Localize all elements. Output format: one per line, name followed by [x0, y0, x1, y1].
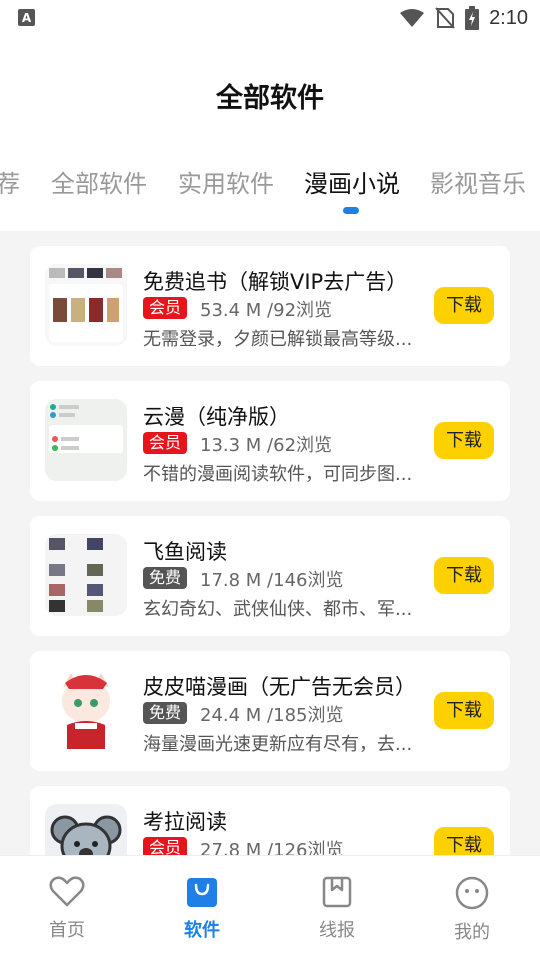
download-button[interactable]: 下载: [434, 287, 494, 324]
app-title: 飞鱼阅读: [143, 540, 227, 564]
download-button[interactable]: 下载: [434, 692, 494, 729]
app-description: 无需登录，夕颜已解锁最高等级...: [143, 329, 413, 350]
status-bar: A 2:10: [0, 0, 540, 36]
nav-deals[interactable]: 线报: [297, 876, 377, 942]
download-button[interactable]: 下载: [434, 422, 494, 459]
app-thumbnail: [45, 264, 127, 346]
nav-mine[interactable]: 我的: [432, 876, 512, 944]
nav-deals-label: 线报: [319, 920, 355, 941]
app-thumbnail: [45, 399, 127, 481]
app-card[interactable]: 云漫（纯净版） 会员 13.3 M /62浏览 不错的漫画阅读软件，可同步图..…: [30, 381, 510, 501]
app-size-views: 53.4 M /92浏览: [200, 300, 333, 321]
app-description: 海量漫画光速更新应有尽有，去...: [143, 734, 413, 755]
tab-all-software[interactable]: 全部软件: [51, 164, 147, 199]
nav-mine-label: 我的: [454, 922, 490, 943]
no-sim-icon: [435, 7, 455, 29]
app-notification-icon: A: [18, 9, 35, 26]
free-badge: 免费: [143, 702, 187, 724]
download-button[interactable]: 下载: [434, 827, 494, 855]
app-description: 玄幻奇幻、武侠仙侠、都市、军...: [143, 599, 413, 620]
bottom-navigation: 首页 软件 线报 我的: [0, 855, 540, 961]
app-card[interactable]: 考拉阅读 会员 27.8 M /126浏览 下载: [30, 786, 510, 855]
active-tab-indicator: [343, 207, 359, 214]
nav-home[interactable]: 首页: [27, 876, 107, 942]
app-card[interactable]: 飞鱼阅读 免费 17.8 M /146浏览 玄幻奇幻、武侠仙侠、都市、军... …: [30, 516, 510, 636]
membership-badge: 会员: [143, 432, 187, 454]
app-title: 云漫（纯净版）: [143, 405, 290, 429]
app-thumbnail: [45, 804, 127, 855]
app-thumbnail: [45, 534, 127, 616]
category-tabs: 荐 全部软件 实用软件 漫画小说 影视音乐: [0, 160, 540, 220]
nav-software[interactable]: 软件: [162, 876, 242, 942]
app-title: 考拉阅读: [143, 810, 227, 834]
membership-badge: 会员: [143, 297, 187, 319]
bookmark-icon: [322, 876, 352, 908]
tab-recommended[interactable]: 荐: [0, 164, 20, 199]
free-badge: 免费: [143, 567, 187, 589]
smiley-icon: [455, 876, 489, 910]
battery-charging-icon: [465, 6, 480, 30]
app-title: 免费追书（解锁VIP去广告）: [143, 270, 408, 294]
wifi-icon: [400, 9, 425, 27]
app-size-views: 17.8 M /146浏览: [200, 570, 344, 591]
app-description: 不错的漫画阅读软件，可同步图...: [143, 464, 413, 485]
app-size-views: 24.4 M /185浏览: [200, 705, 344, 726]
app-card[interactable]: 免费追书（解锁VIP去广告） 会员 53.4 M /92浏览 无需登录，夕颜已解…: [30, 246, 510, 366]
status-icons: 2:10: [399, 6, 528, 30]
app-list: 免费追书（解锁VIP去广告） 会员 53.4 M /92浏览 无需登录，夕颜已解…: [0, 231, 540, 855]
bag-icon: [187, 878, 217, 907]
nav-software-label: 软件: [184, 920, 220, 941]
app-thumbnail: [45, 669, 127, 751]
app-size-views: 27.8 M /126浏览: [200, 840, 344, 855]
app-size-views: 13.3 M /62浏览: [200, 435, 333, 456]
tab-comics-novels[interactable]: 漫画小说: [304, 164, 400, 199]
tab-video-music[interactable]: 影视音乐: [430, 164, 526, 199]
page-title: 全部软件: [216, 83, 324, 114]
membership-badge: 会员: [143, 837, 187, 855]
heart-icon: [49, 876, 85, 907]
nav-home-label: 首页: [49, 920, 85, 941]
app-card[interactable]: 皮皮喵漫画（无广告无会员） 免费 24.4 M /185浏览 海量漫画光速更新应…: [30, 651, 510, 771]
download-button[interactable]: 下载: [434, 557, 494, 594]
app-title: 皮皮喵漫画（无广告无会员）: [143, 675, 416, 699]
clock: 2:10: [489, 6, 528, 29]
tab-utility-software[interactable]: 实用软件: [178, 164, 274, 199]
